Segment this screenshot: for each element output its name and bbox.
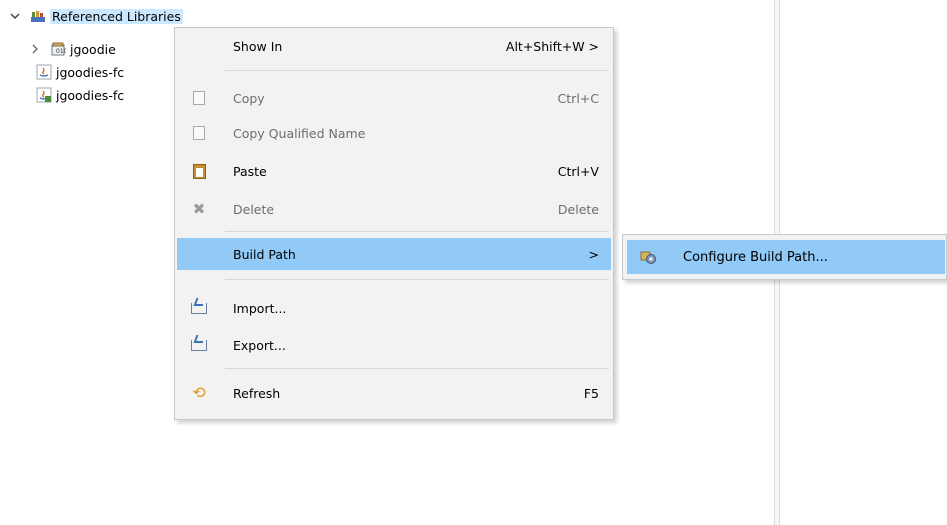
library-icon — [30, 8, 46, 24]
delete-icon: ✖ — [192, 199, 206, 218]
build-path-submenu: Configure Build Path... — [622, 234, 947, 280]
menu-item-configure-build-path[interactable]: Configure Build Path... — [627, 240, 945, 274]
copy-qualified-icon — [193, 126, 205, 140]
menu-item-shortcut: F5 — [583, 385, 599, 401]
export-icon — [191, 339, 207, 351]
menu-item-shortcut: Alt+Shift+W > — [505, 38, 599, 54]
menu-item-label: Copy — [233, 90, 265, 106]
refresh-icon: ⟲ — [192, 383, 206, 402]
tree-item-file[interactable]: jgoodies-fc — [36, 84, 124, 106]
menu-separator — [225, 231, 609, 232]
menu-item-label: Show In — [233, 38, 283, 54]
menu-item-label: Export... — [233, 337, 286, 353]
menu-item-paste[interactable]: Paste Ctrl+V — [175, 155, 613, 187]
menu-item-label: Import... — [233, 300, 287, 316]
menu-item-shortcut: Ctrl+C — [557, 90, 599, 106]
tree-item-referenced-libraries[interactable]: Referenced Libraries — [8, 5, 183, 27]
menu-separator — [225, 368, 609, 369]
paste-icon — [192, 163, 206, 179]
menu-item-copy[interactable]: Copy Ctrl+C — [175, 82, 613, 114]
menu-item-shortcut: Ctrl+V — [557, 163, 599, 179]
tree-item-label: jgoodies-fc — [56, 64, 125, 80]
svg-text:010: 010 — [56, 48, 66, 55]
java-file-icon — [36, 64, 52, 80]
tree-item-label: jgoodies-fc — [56, 87, 125, 103]
menu-item-delete[interactable]: ✖ Delete Delete — [175, 193, 613, 225]
menu-item-label: Delete — [233, 201, 275, 217]
menu-item-label: Copy Qualified Name — [233, 125, 366, 141]
menu-item-refresh[interactable]: ⟲ Refresh F5 — [175, 377, 613, 409]
jar-icon: 010 — [50, 41, 68, 57]
menu-item-copy-qualified-name[interactable]: Copy Qualified Name — [175, 117, 613, 149]
menu-item-build-path[interactable]: Build Path > — [177, 238, 611, 270]
chevron-down-icon[interactable] — [8, 12, 22, 20]
menu-separator — [225, 70, 609, 71]
tree-item-label: jgoodie — [70, 41, 116, 57]
chevron-right-icon[interactable] — [28, 44, 42, 54]
tree-item-jar[interactable]: 010 jgoodie — [28, 38, 116, 60]
submenu-arrow-icon: > — [588, 246, 599, 262]
tree-item-file[interactable]: jgoodies-fc — [36, 61, 124, 83]
menu-item-show-in[interactable]: Show In Alt+Shift+W > — [175, 30, 613, 62]
menu-separator — [225, 279, 609, 280]
import-icon — [191, 302, 207, 314]
configure-build-path-icon — [639, 249, 656, 265]
menu-item-export[interactable]: Export... — [175, 329, 613, 361]
menu-item-label: Build Path — [233, 246, 296, 262]
java-file-icon — [36, 87, 52, 103]
menu-item-label: Refresh — [233, 385, 281, 401]
menu-item-label: Paste — [233, 163, 267, 179]
context-menu: Show In Alt+Shift+W > Copy Ctrl+C Copy Q… — [174, 27, 614, 420]
menu-item-shortcut: Delete — [557, 201, 599, 217]
menu-item-label: Configure Build Path... — [683, 249, 828, 265]
copy-icon — [193, 91, 205, 105]
tree-item-label: Referenced Libraries — [50, 8, 183, 24]
menu-item-import[interactable]: Import... — [175, 292, 613, 324]
